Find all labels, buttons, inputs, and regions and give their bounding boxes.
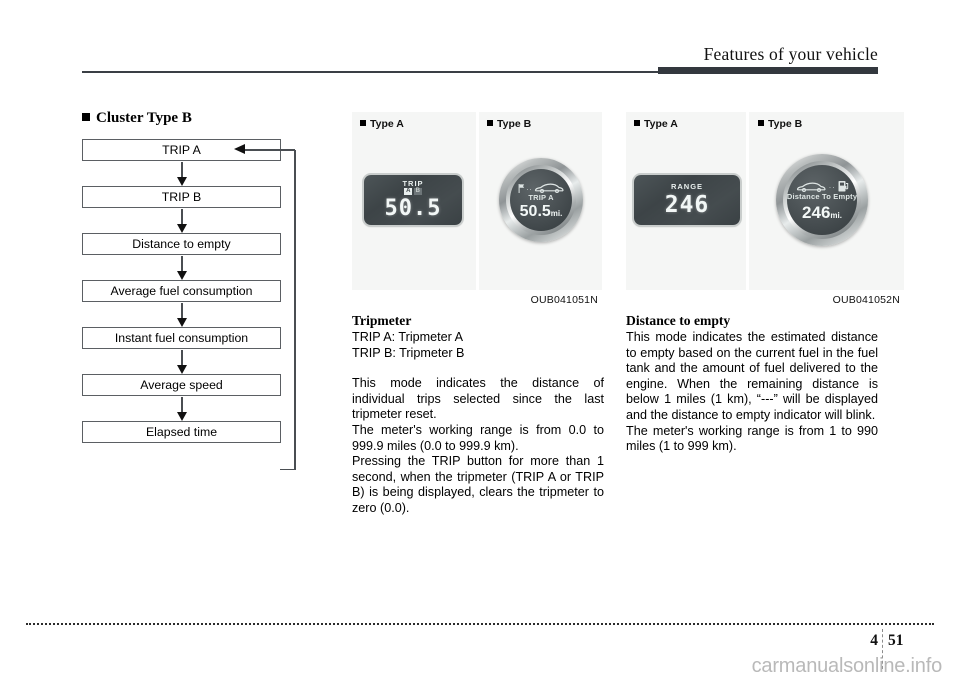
tripmeter-para-1: This mode indicates the distance of indi…	[352, 376, 604, 422]
flow-node-elapsed-time: Elapsed time	[82, 421, 281, 443]
figure-code: OUB041051N	[530, 294, 598, 306]
gauge-icon-row: ..	[795, 179, 849, 193]
car-icon	[796, 182, 826, 193]
lcd-value: 50.5	[384, 196, 442, 222]
flow-node-instant-fuel-consumption: Instant fuel consumption	[82, 327, 281, 349]
lcd-mode-label: TRIP	[402, 178, 424, 188]
flow-arrow-down-icon	[176, 162, 187, 186]
flow-node-label: Elapsed time	[145, 425, 218, 439]
header-rule-accent	[658, 67, 878, 74]
tripmeter-heading: Tripmeter	[352, 313, 412, 328]
gauge-unit: mi.	[830, 210, 842, 220]
flow-node-trip-b: TRIP B	[82, 186, 281, 208]
dots-icon: ..	[526, 184, 533, 192]
flow-node-label: Average speed	[140, 378, 223, 392]
gauge-value: 50.5mi.	[519, 203, 563, 221]
flow-node-distance-to-empty: Distance to empty	[82, 233, 281, 255]
flow-node-label: Average fuel consumption	[110, 284, 253, 298]
dots-icon: ..	[829, 183, 836, 191]
flow-node-average-speed: Average speed	[82, 374, 281, 396]
site-watermark: carmanualsonline.info	[751, 655, 943, 677]
figure-type-b-label: Type B	[758, 118, 802, 130]
figure-distance-to-empty: Type A Type B RANGE 246 .. Distance To E…	[626, 112, 904, 306]
gauge-face: .. Distance To Empty 246mi.	[787, 165, 857, 235]
figure-code: OUB041052N	[832, 294, 900, 306]
figure-tripmeter: Type A Type B TRIP A B 50.5 .. TRIP A 50…	[352, 112, 602, 306]
square-bullet-icon	[758, 120, 764, 126]
tripmeter-para-3: Pressing the TRIP button for more than 1…	[352, 454, 604, 515]
square-bullet-icon	[82, 113, 90, 121]
flow-node-label: Instant fuel consumption	[114, 331, 249, 345]
car-icon	[535, 183, 565, 193]
flow-arrow-down-icon	[176, 397, 187, 421]
lcd-indicator-b: B	[413, 188, 422, 196]
section-heading-label: Cluster Type B	[96, 110, 192, 126]
tripmeter-line-a: TRIP A: Tripmeter A	[352, 330, 464, 344]
distance-to-empty-heading: Distance to empty	[626, 313, 731, 328]
page-title: Features of your vehicle	[703, 44, 878, 64]
flag-icon	[518, 183, 524, 193]
flow-node-average-fuel-consumption: Average fuel consumption	[82, 280, 281, 302]
tripmeter-line-b: TRIP B: Tripmeter B	[352, 345, 465, 360]
lcd-indicator-a: A	[404, 188, 413, 196]
square-bullet-icon	[360, 120, 366, 126]
flow-arrow-down-icon	[176, 256, 187, 280]
lcd-mode-label: RANGE	[670, 182, 704, 192]
square-bullet-icon	[487, 120, 493, 126]
distance-to-empty-para-1: This mode indicates the estimated distan…	[626, 330, 878, 422]
figure-type-a-label: Type A	[634, 118, 678, 130]
flow-arrow-down-icon	[176, 209, 187, 233]
footer-rule	[26, 623, 934, 625]
distance-to-empty-text-column: Distance to empty This mode indicates th…	[626, 313, 878, 455]
page-header: Features of your vehicle	[0, 0, 960, 90]
lcd-trip-indicator: A B	[404, 188, 422, 196]
lcd-value: 246	[664, 191, 710, 218]
figure-type-a-label: Type A	[360, 118, 404, 130]
gauge-sub-label: TRIP A	[528, 192, 554, 202]
gauge-icon-row: ..	[518, 180, 565, 193]
chapter-number: 4	[870, 632, 878, 649]
distance-to-empty-round-gauge: .. Distance To Empty 246mi.	[776, 154, 868, 246]
distance-to-empty-para-2: The meter's working range is from 1 to 9…	[626, 423, 878, 454]
page-number: 51	[888, 632, 904, 649]
flow-loop-arrow-icon	[234, 144, 245, 154]
section-heading: Cluster Type B	[82, 110, 312, 127]
fuel-pump-icon	[838, 181, 849, 192]
gauge-sub-label: Distance To Empty	[787, 192, 857, 202]
footer-page-number: 4 51	[862, 628, 922, 669]
flow-arrow-down-icon	[176, 303, 187, 327]
flow-node-label: TRIP B	[161, 190, 202, 204]
trip-mode-flow-diagram: TRIP A TRIP B Distance to empty Average …	[82, 139, 312, 471]
flow-loop-top-segment	[242, 149, 295, 151]
square-bullet-icon	[634, 120, 640, 126]
figure-type-b-label: Type B	[487, 118, 531, 130]
gauge-value: 246mi.	[802, 202, 842, 222]
flow-node-label: Distance to empty	[132, 237, 231, 251]
flow-loop-right-segment	[294, 150, 296, 470]
tripmeter-para-2: The meter's working range is from 0.0 to…	[352, 422, 604, 453]
range-lcd-display: RANGE 246	[634, 175, 740, 225]
tripmeter-text-column: Tripmeter TRIP A: Tripmeter A TRIP B: Tr…	[352, 313, 604, 517]
flow-node-label: TRIP A	[162, 143, 201, 157]
cluster-type-b-section: Cluster Type B TRIP A TRIP B Distance to…	[82, 110, 312, 471]
tripmeter-lcd-display: TRIP A B 50.5	[364, 175, 462, 225]
flow-arrow-down-icon	[176, 350, 187, 374]
gauge-unit: mi.	[550, 209, 563, 219]
gauge-face: .. TRIP A 50.5mi.	[510, 169, 572, 231]
tripmeter-round-gauge: .. TRIP A 50.5mi.	[499, 158, 583, 242]
